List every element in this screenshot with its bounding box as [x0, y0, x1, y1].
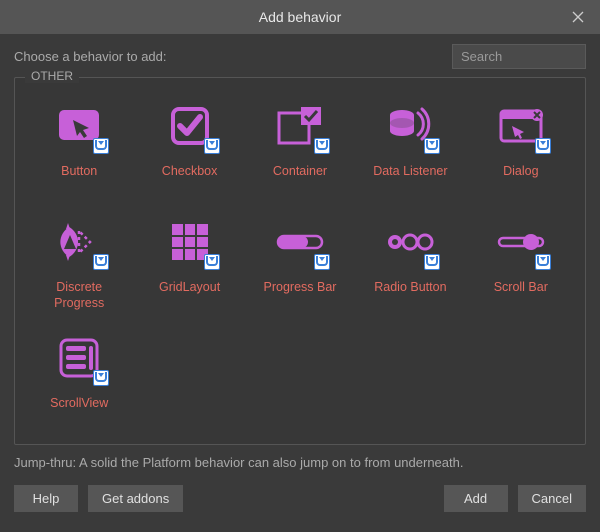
- item-label: ScrollView: [50, 396, 108, 412]
- behavior-grid: Button Checkbox: [21, 86, 579, 438]
- footer: Help Get addons Add Cancel: [0, 477, 600, 524]
- container-icon: [276, 102, 324, 150]
- behavior-panel: OTHER Button: [14, 77, 586, 445]
- checkbox-icon: [166, 102, 214, 150]
- scroll-view-icon: [55, 334, 103, 382]
- prompt-label: Choose a behavior to add:: [14, 49, 167, 64]
- get-addons-button[interactable]: Get addons: [88, 485, 183, 512]
- addon-badge-icon: [424, 138, 440, 154]
- item-label: Checkbox: [162, 164, 218, 180]
- radio-button-icon: [386, 218, 434, 266]
- item-label: Radio Button: [374, 280, 446, 296]
- addon-badge-icon: [314, 254, 330, 270]
- item-label: Container: [273, 164, 327, 180]
- grid-layout-icon: [166, 218, 214, 266]
- item-scroll-bar[interactable]: Scroll Bar: [469, 210, 573, 320]
- data-listener-icon: [386, 102, 434, 150]
- section-label: OTHER: [25, 69, 79, 83]
- item-label: Progress Bar: [264, 280, 337, 296]
- addon-badge-icon: [93, 370, 109, 386]
- addon-badge-icon: [204, 138, 220, 154]
- item-grid-layout[interactable]: GridLayout: [137, 210, 241, 320]
- addon-badge-icon: [204, 254, 220, 270]
- search-input[interactable]: [452, 44, 586, 69]
- item-label: Dialog: [503, 164, 538, 180]
- addon-badge-icon: [314, 138, 330, 154]
- titlebar: Add behavior: [0, 0, 600, 34]
- item-label: Data Listener: [373, 164, 447, 180]
- item-radio-button[interactable]: Radio Button: [358, 210, 462, 320]
- close-icon: [572, 11, 584, 23]
- progress-bar-icon: [276, 218, 324, 266]
- item-discrete-progress[interactable]: Discrete Progress: [27, 210, 131, 320]
- dialog-title: Add behavior: [259, 9, 342, 25]
- cancel-button[interactable]: Cancel: [518, 485, 586, 512]
- item-data-listener[interactable]: Data Listener: [358, 94, 462, 204]
- help-button[interactable]: Help: [14, 485, 78, 512]
- discrete-progress-icon: [55, 218, 103, 266]
- dialog-icon: [497, 102, 545, 150]
- description-text: Jump-thru: A solid the Platform behavior…: [0, 449, 600, 477]
- addon-badge-icon: [93, 138, 109, 154]
- item-label: GridLayout: [159, 280, 220, 296]
- item-scroll-view[interactable]: ScrollView: [27, 326, 131, 436]
- add-button[interactable]: Add: [444, 485, 508, 512]
- addon-badge-icon: [93, 254, 109, 270]
- item-label: Button: [61, 164, 97, 180]
- addon-badge-icon: [535, 254, 551, 270]
- item-button[interactable]: Button: [27, 94, 131, 204]
- item-container[interactable]: Container: [248, 94, 352, 204]
- close-button[interactable]: [556, 0, 600, 34]
- item-checkbox[interactable]: Checkbox: [137, 94, 241, 204]
- button-icon: [55, 102, 103, 150]
- top-row: Choose a behavior to add:: [0, 34, 600, 77]
- addon-badge-icon: [535, 138, 551, 154]
- scroll-area[interactable]: Button Checkbox: [21, 86, 579, 438]
- item-label: Scroll Bar: [494, 280, 548, 296]
- item-dialog[interactable]: Dialog: [469, 94, 573, 204]
- item-progress-bar[interactable]: Progress Bar: [248, 210, 352, 320]
- addon-badge-icon: [424, 254, 440, 270]
- item-label: Discrete Progress: [33, 280, 125, 311]
- scroll-bar-icon: [497, 218, 545, 266]
